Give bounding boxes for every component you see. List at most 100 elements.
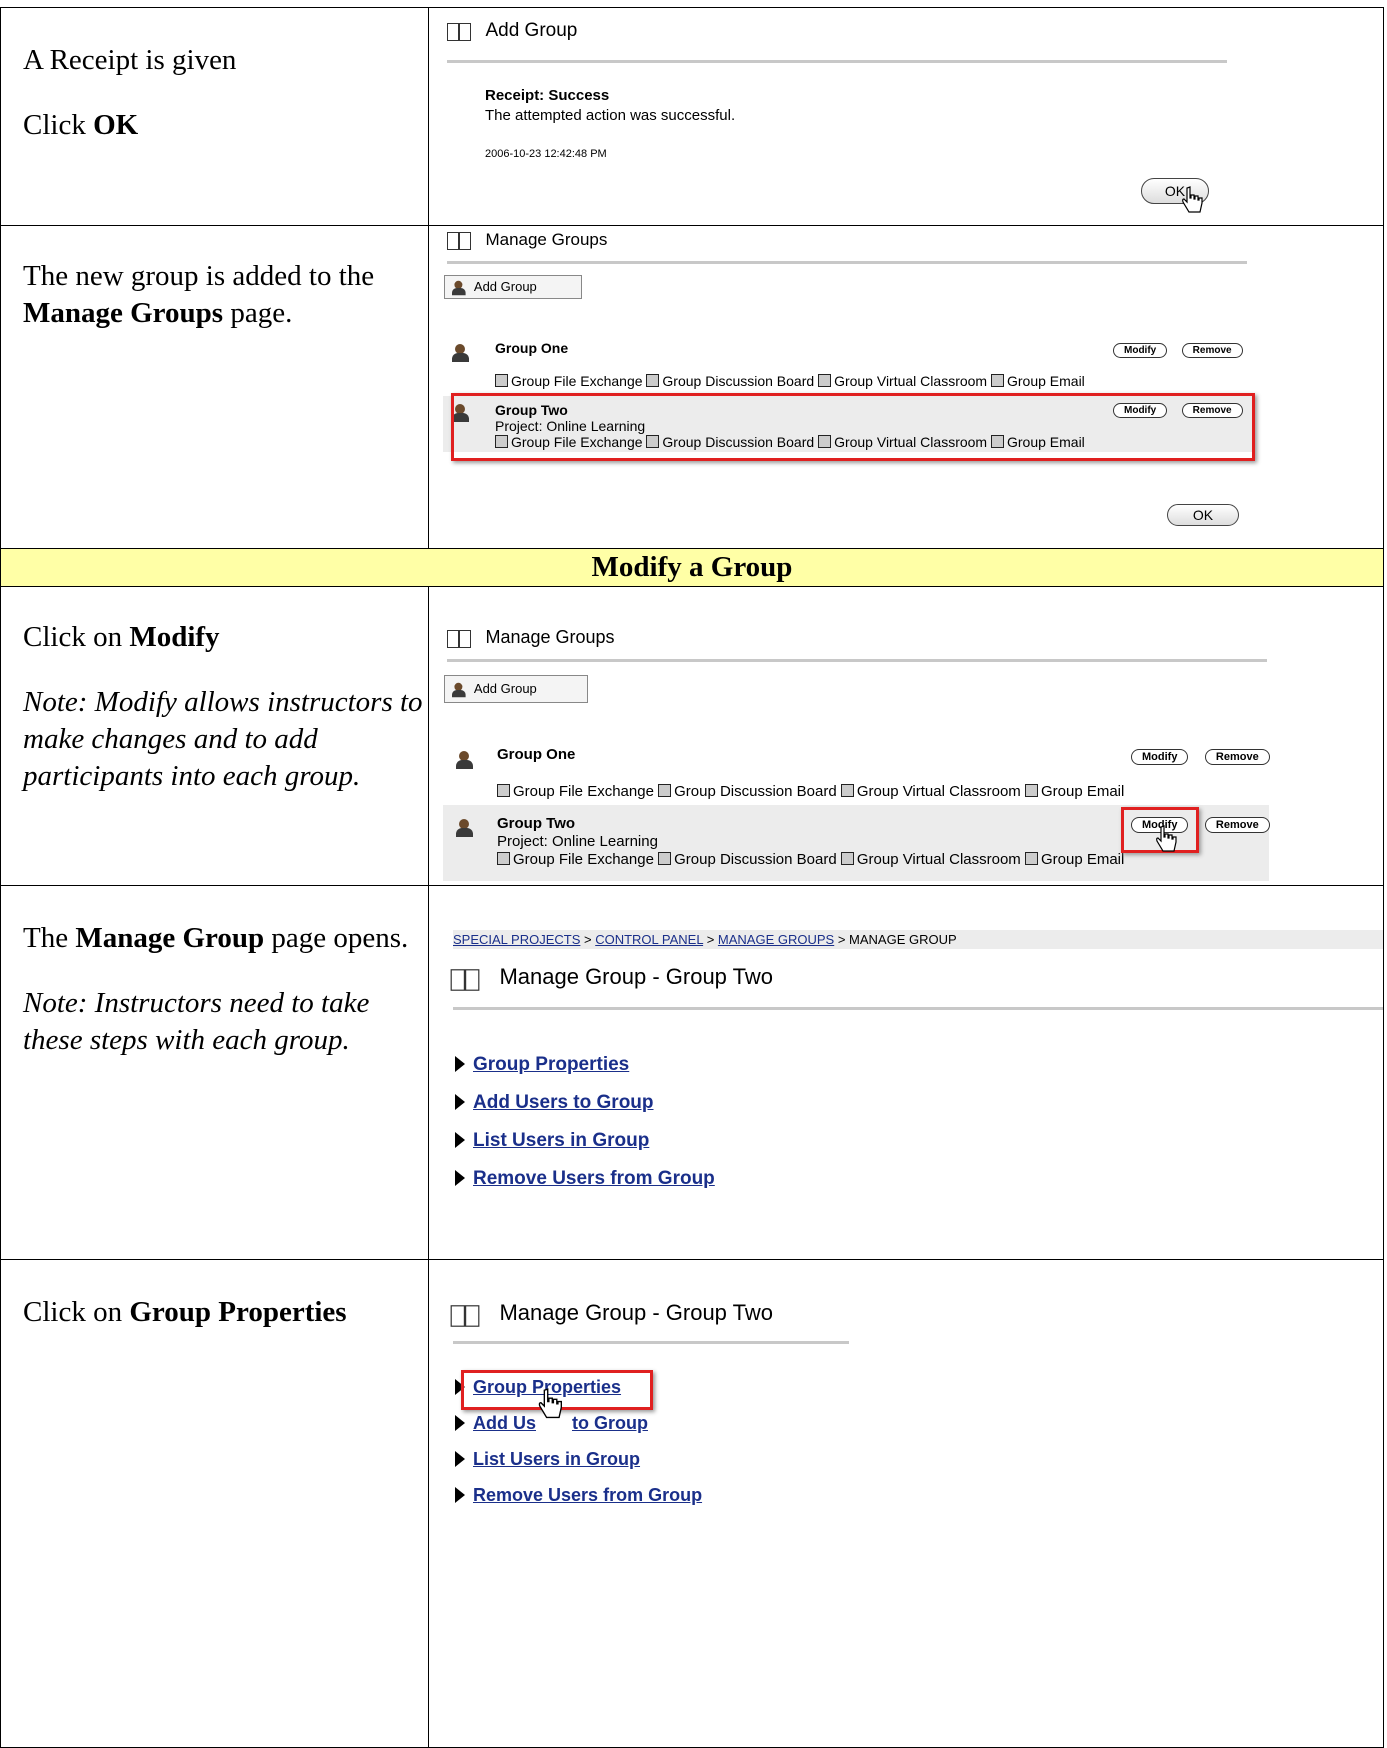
step-cell: A Receipt is given Click OK xyxy=(0,7,429,226)
receipt: Receipt: Success The attempted action wa… xyxy=(485,86,735,164)
page-header: Manage Group - Group Two xyxy=(450,1300,773,1327)
link-item: Add Users to Group xyxy=(455,1084,715,1122)
divider xyxy=(447,659,1267,662)
step-text: The new group is added to the Manage Gro… xyxy=(23,260,375,329)
step-cell: Click on Modify Note: Modify allows inst… xyxy=(0,586,429,886)
group-icon xyxy=(455,751,477,774)
book-icon xyxy=(447,22,471,41)
tool-link[interactable]: Group Discussion Board xyxy=(674,783,837,800)
link-item: Remove Users from Group xyxy=(455,1160,715,1198)
tool-link[interactable]: Group Virtual Classroom xyxy=(857,851,1021,868)
group-name: Group Two xyxy=(497,815,576,832)
group-icon xyxy=(451,344,473,367)
group-name: Group One xyxy=(497,746,576,763)
remove-button[interactable]: Remove xyxy=(1204,749,1270,765)
divider xyxy=(447,60,1227,63)
group-project: Project: Online Learning xyxy=(497,833,658,850)
triangle-icon xyxy=(455,1487,465,1503)
hand-cursor-icon xyxy=(1182,186,1203,213)
receipt-title: Receipt: Success xyxy=(485,87,610,104)
link-item: Group Properties xyxy=(455,1046,715,1084)
breadcrumb-link[interactable]: MANAGE GROUPS xyxy=(718,932,834,947)
add-users-link[interactable]: Add Users to Group xyxy=(473,1092,654,1113)
tool-link[interactable]: Group Discussion Board xyxy=(662,373,814,389)
page-header: Add Group xyxy=(447,20,577,42)
group-two-block: Group Two Project: Online Learning Group… xyxy=(497,815,1124,869)
tool-link[interactable]: Group File Exchange xyxy=(511,373,643,389)
breadcrumb-link[interactable]: SPECIAL PROJECTS xyxy=(453,932,580,947)
add-group-button[interactable]: Add Group xyxy=(444,275,582,299)
remove-users-link[interactable]: Remove Users from Group xyxy=(473,1168,715,1189)
book-icon xyxy=(450,968,480,991)
group-icon xyxy=(451,280,469,295)
hand-cursor-icon xyxy=(1156,825,1177,852)
virtual-classroom-icon xyxy=(840,852,854,865)
step-text: The Manage Group page opens. xyxy=(23,922,409,954)
screenshot-cell: SPECIAL PROJECTS > CONTROL PANEL > MANAG… xyxy=(428,885,1384,1260)
page-title: Manage Groups xyxy=(485,627,615,647)
step-text: Click on Group Properties xyxy=(23,1296,347,1328)
step-cell: The new group is added to the Manage Gro… xyxy=(0,225,429,549)
step-note: Note: Modify allows instructors to make … xyxy=(23,686,423,792)
group-icon xyxy=(455,819,477,842)
add-users-link[interactable]: to Group xyxy=(572,1413,648,1433)
remove-button[interactable]: Remove xyxy=(1204,817,1270,833)
group-tools: Group File Exchange Group Discussion Boa… xyxy=(495,373,1085,389)
virtual-classroom-icon xyxy=(818,374,832,387)
group-actions: Modify Remove xyxy=(1131,747,1270,765)
group-icon xyxy=(451,682,469,697)
group-tools: Group File Exchange Group Discussion Boa… xyxy=(497,851,1124,869)
triangle-icon xyxy=(455,1094,465,1110)
triangle-icon xyxy=(455,1056,465,1072)
step-cell: The Manage Group page opens. Note: Instr… xyxy=(0,885,429,1260)
screenshot-cell: Manage Groups Add Group Group One Modify… xyxy=(428,225,1384,549)
breadcrumb-link[interactable]: CONTROL PANEL xyxy=(595,932,703,947)
tool-link[interactable]: Group File Exchange xyxy=(513,783,654,800)
virtual-classroom-icon xyxy=(840,784,854,797)
triangle-icon xyxy=(455,1170,465,1186)
divider xyxy=(447,261,1247,264)
page-header: Manage Group - Group Two xyxy=(450,964,773,991)
email-icon xyxy=(1024,852,1038,865)
remove-button[interactable]: Remove xyxy=(1181,343,1243,358)
page-header: Manage Groups xyxy=(447,230,607,250)
group-name: Group One xyxy=(495,340,569,356)
group-properties-link[interactable]: Group Properties xyxy=(473,1054,629,1075)
list-users-link[interactable]: List Users in Group xyxy=(473,1449,640,1469)
divider xyxy=(453,1341,849,1344)
file-exchange-icon xyxy=(495,374,508,387)
screenshot-cell: Manage Groups Add Group Group One Modify… xyxy=(428,586,1384,886)
screenshot-cell: Add Group Receipt: Success The attempted… xyxy=(428,7,1384,226)
page-title: Manage Groups xyxy=(485,230,608,249)
tool-link[interactable]: Group Email xyxy=(1041,851,1124,868)
tool-link[interactable]: Group Email xyxy=(1041,783,1124,800)
add-group-button[interactable]: Add Group xyxy=(444,675,588,703)
group-tools: Group File Exchange Group Discussion Boa… xyxy=(497,783,1124,800)
tool-link[interactable]: Group File Exchange xyxy=(513,851,654,868)
add-users-link[interactable]: Add Us xyxy=(473,1413,536,1433)
tool-link[interactable]: Group Email xyxy=(1007,373,1085,389)
list-users-link[interactable]: List Users in Group xyxy=(473,1130,649,1151)
receipt-timestamp: 2006-10-23 12:42:48 PM xyxy=(485,148,607,160)
highlight-box xyxy=(451,393,1255,461)
add-group-label: Add Group xyxy=(473,681,537,696)
divider xyxy=(453,1007,1383,1010)
triangle-icon xyxy=(455,1415,465,1431)
tool-link[interactable]: Group Virtual Classroom xyxy=(857,783,1021,800)
remove-users-link[interactable]: Remove Users from Group xyxy=(473,1485,702,1505)
book-icon xyxy=(450,1304,480,1327)
modify-button[interactable]: Modify xyxy=(1113,343,1168,358)
discussion-board-icon xyxy=(658,784,672,797)
receipt-message: The attempted action was successful. xyxy=(485,107,736,124)
ok-button[interactable]: OK xyxy=(1167,504,1239,526)
tool-link[interactable]: Group Discussion Board xyxy=(674,851,837,868)
discussion-board-icon xyxy=(646,374,660,387)
file-exchange-icon xyxy=(497,852,510,865)
step-text: Click on Modify xyxy=(23,621,220,653)
page-header: Manage Groups xyxy=(447,627,615,648)
tool-link[interactable]: Group Virtual Classroom xyxy=(834,373,987,389)
discussion-board-icon xyxy=(658,852,672,865)
step-note: Note: Instructors need to take these ste… xyxy=(23,987,370,1056)
link-item: Add Us to Group xyxy=(455,1406,702,1442)
modify-button[interactable]: Modify xyxy=(1131,749,1189,765)
